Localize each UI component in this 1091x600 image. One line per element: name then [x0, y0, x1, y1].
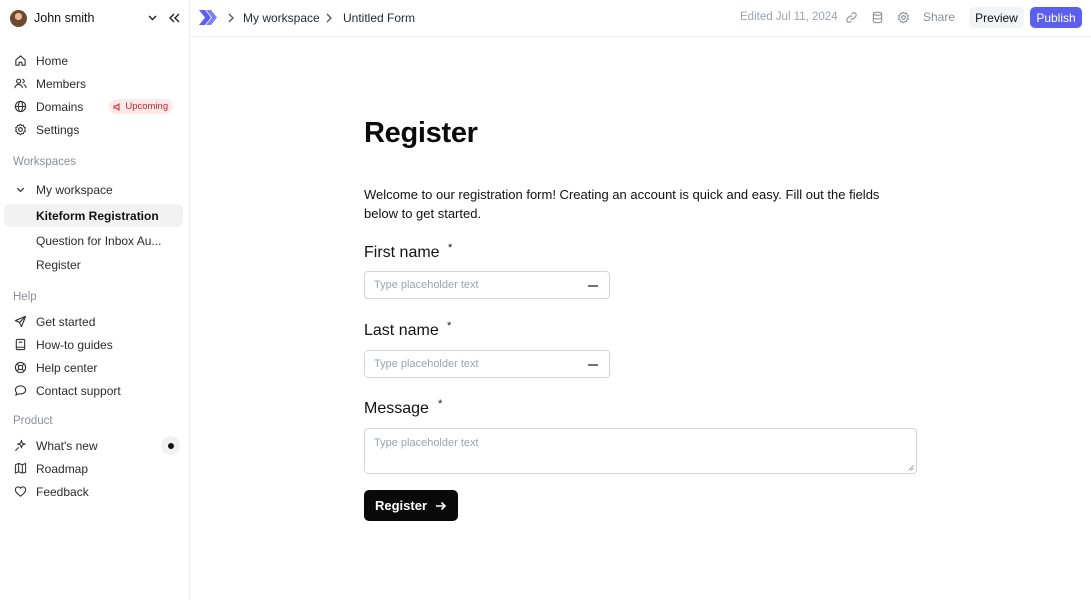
form-title[interactable]: Register: [364, 117, 478, 150]
sidebar-item-whats-new[interactable]: What's new: [4, 434, 183, 457]
message-placeholder: Type placeholder text: [374, 437, 479, 449]
upcoming-badge-label: Upcoming: [125, 101, 169, 112]
form-description[interactable]: Welcome to our registration form! Creati…: [364, 185, 904, 223]
sidebar-item-get-started[interactable]: Get started: [4, 310, 183, 333]
first-name-input[interactable]: Type placeholder text: [364, 271, 610, 299]
minus-icon: [588, 285, 598, 287]
chevron-right-icon: [326, 13, 332, 23]
sidebar-item-settings[interactable]: Settings: [4, 118, 183, 141]
chevron-down-icon: [13, 183, 27, 197]
sidebar-item-how-to-guides[interactable]: How-to guides: [4, 333, 183, 356]
top-bar: My workspace Untitled Form Edited Jul 11…: [190, 0, 1091, 37]
workspace-toggle[interactable]: My workspace: [4, 178, 183, 201]
last-name-label[interactable]: Last name: [364, 322, 439, 340]
first-name-placeholder: Type placeholder text: [374, 279, 479, 291]
sidebar: John smith Home Members Domains Upcoming: [0, 0, 190, 600]
sidebar-item-contact-support[interactable]: Contact support: [4, 379, 183, 402]
map-icon: [13, 462, 27, 476]
notification-dot: [161, 436, 180, 455]
minus-icon: [588, 364, 598, 366]
database-icon[interactable]: [870, 10, 885, 25]
breadcrumb-workspace[interactable]: My workspace: [243, 11, 320, 25]
publish-button[interactable]: Publish: [1030, 7, 1082, 28]
sidebar-item-help-center[interactable]: Help center: [4, 356, 183, 379]
sidebar-item-home[interactable]: Home: [4, 49, 183, 72]
help-section-label: Help: [13, 291, 37, 303]
app-logo-icon[interactable]: [199, 10, 218, 25]
workspace-name: My workspace: [36, 182, 113, 197]
message-label[interactable]: Message: [364, 400, 429, 418]
breadcrumb-form-title[interactable]: Untitled Form: [343, 11, 415, 25]
users-icon: [13, 77, 27, 91]
heart-icon: [13, 485, 27, 499]
lifebuoy-icon: [13, 361, 27, 375]
sidebar-item-label: Home: [36, 53, 69, 68]
edited-timestamp: Edited Jul 11, 2024: [740, 11, 838, 23]
sidebar-item-label: Members: [36, 76, 87, 91]
form-link-label: Register: [36, 257, 81, 272]
required-asterisk: *: [448, 242, 453, 254]
sidebar-item-label: Domains: [36, 99, 84, 114]
home-icon: [13, 54, 27, 68]
sidebar-item-label: Settings: [36, 122, 80, 137]
sidebar-form-question-for-inbox[interactable]: Question for Inbox Au...: [4, 229, 183, 252]
gear-icon[interactable]: [896, 10, 911, 25]
sidebar-item-label: Feedback: [36, 484, 89, 499]
message-textarea[interactable]: Type placeholder text: [364, 428, 917, 474]
sidebar-item-label: Roadmap: [36, 461, 89, 476]
required-asterisk: *: [438, 398, 443, 410]
first-name-label[interactable]: First name: [364, 244, 440, 262]
sidebar-item-members[interactable]: Members: [4, 72, 183, 95]
user-name: John smith: [34, 11, 95, 25]
sidebar-item-label: How-to guides: [36, 337, 113, 352]
sidebar-item-label: Help center: [36, 360, 98, 375]
link-icon[interactable]: [844, 10, 859, 25]
chat-bubble-icon: [13, 384, 27, 398]
resize-handle-icon[interactable]: [908, 465, 914, 471]
share-button[interactable]: Share: [923, 10, 955, 24]
megaphone-icon: [113, 102, 120, 111]
required-asterisk: *: [447, 320, 452, 332]
last-name-input[interactable]: Type placeholder text: [364, 350, 610, 378]
user-menu[interactable]: John smith: [10, 8, 182, 28]
arrow-right-icon: [436, 501, 447, 510]
preview-button[interactable]: Preview: [969, 7, 1024, 28]
sidebar-item-roadmap[interactable]: Roadmap: [4, 457, 183, 480]
book-icon: [13, 338, 27, 352]
gear-icon: [13, 123, 27, 137]
product-section-label: Product: [13, 415, 53, 427]
workspaces-section-label: Workspaces: [13, 156, 77, 168]
sidebar-item-domains[interactable]: Domains Upcoming: [4, 95, 183, 118]
sidebar-item-label: What's new: [36, 438, 98, 453]
register-submit-label: Register: [374, 498, 428, 513]
sidebar-item-label: Get started: [36, 314, 96, 329]
chevron-down-icon[interactable]: [147, 11, 157, 25]
collapse-sidebar-icon[interactable]: [167, 10, 181, 26]
last-name-placeholder: Type placeholder text: [374, 358, 479, 370]
globe-icon: [13, 100, 27, 114]
send-icon: [13, 315, 27, 329]
sidebar-item-feedback[interactable]: Feedback: [4, 480, 183, 503]
upcoming-badge: Upcoming: [109, 99, 174, 114]
sparkle-icon: [13, 439, 27, 453]
sidebar-form-register[interactable]: Register: [4, 253, 183, 276]
form-link-label: Kiteform Registration: [36, 208, 159, 223]
chevron-right-icon: [228, 13, 234, 23]
register-submit-button[interactable]: Register: [364, 490, 458, 521]
sidebar-form-kiteform-registration[interactable]: Kiteform Registration: [4, 204, 183, 227]
sidebar-item-label: Contact support: [36, 383, 121, 398]
avatar: [10, 9, 27, 27]
form-link-label: Question for Inbox Au...: [36, 233, 162, 248]
